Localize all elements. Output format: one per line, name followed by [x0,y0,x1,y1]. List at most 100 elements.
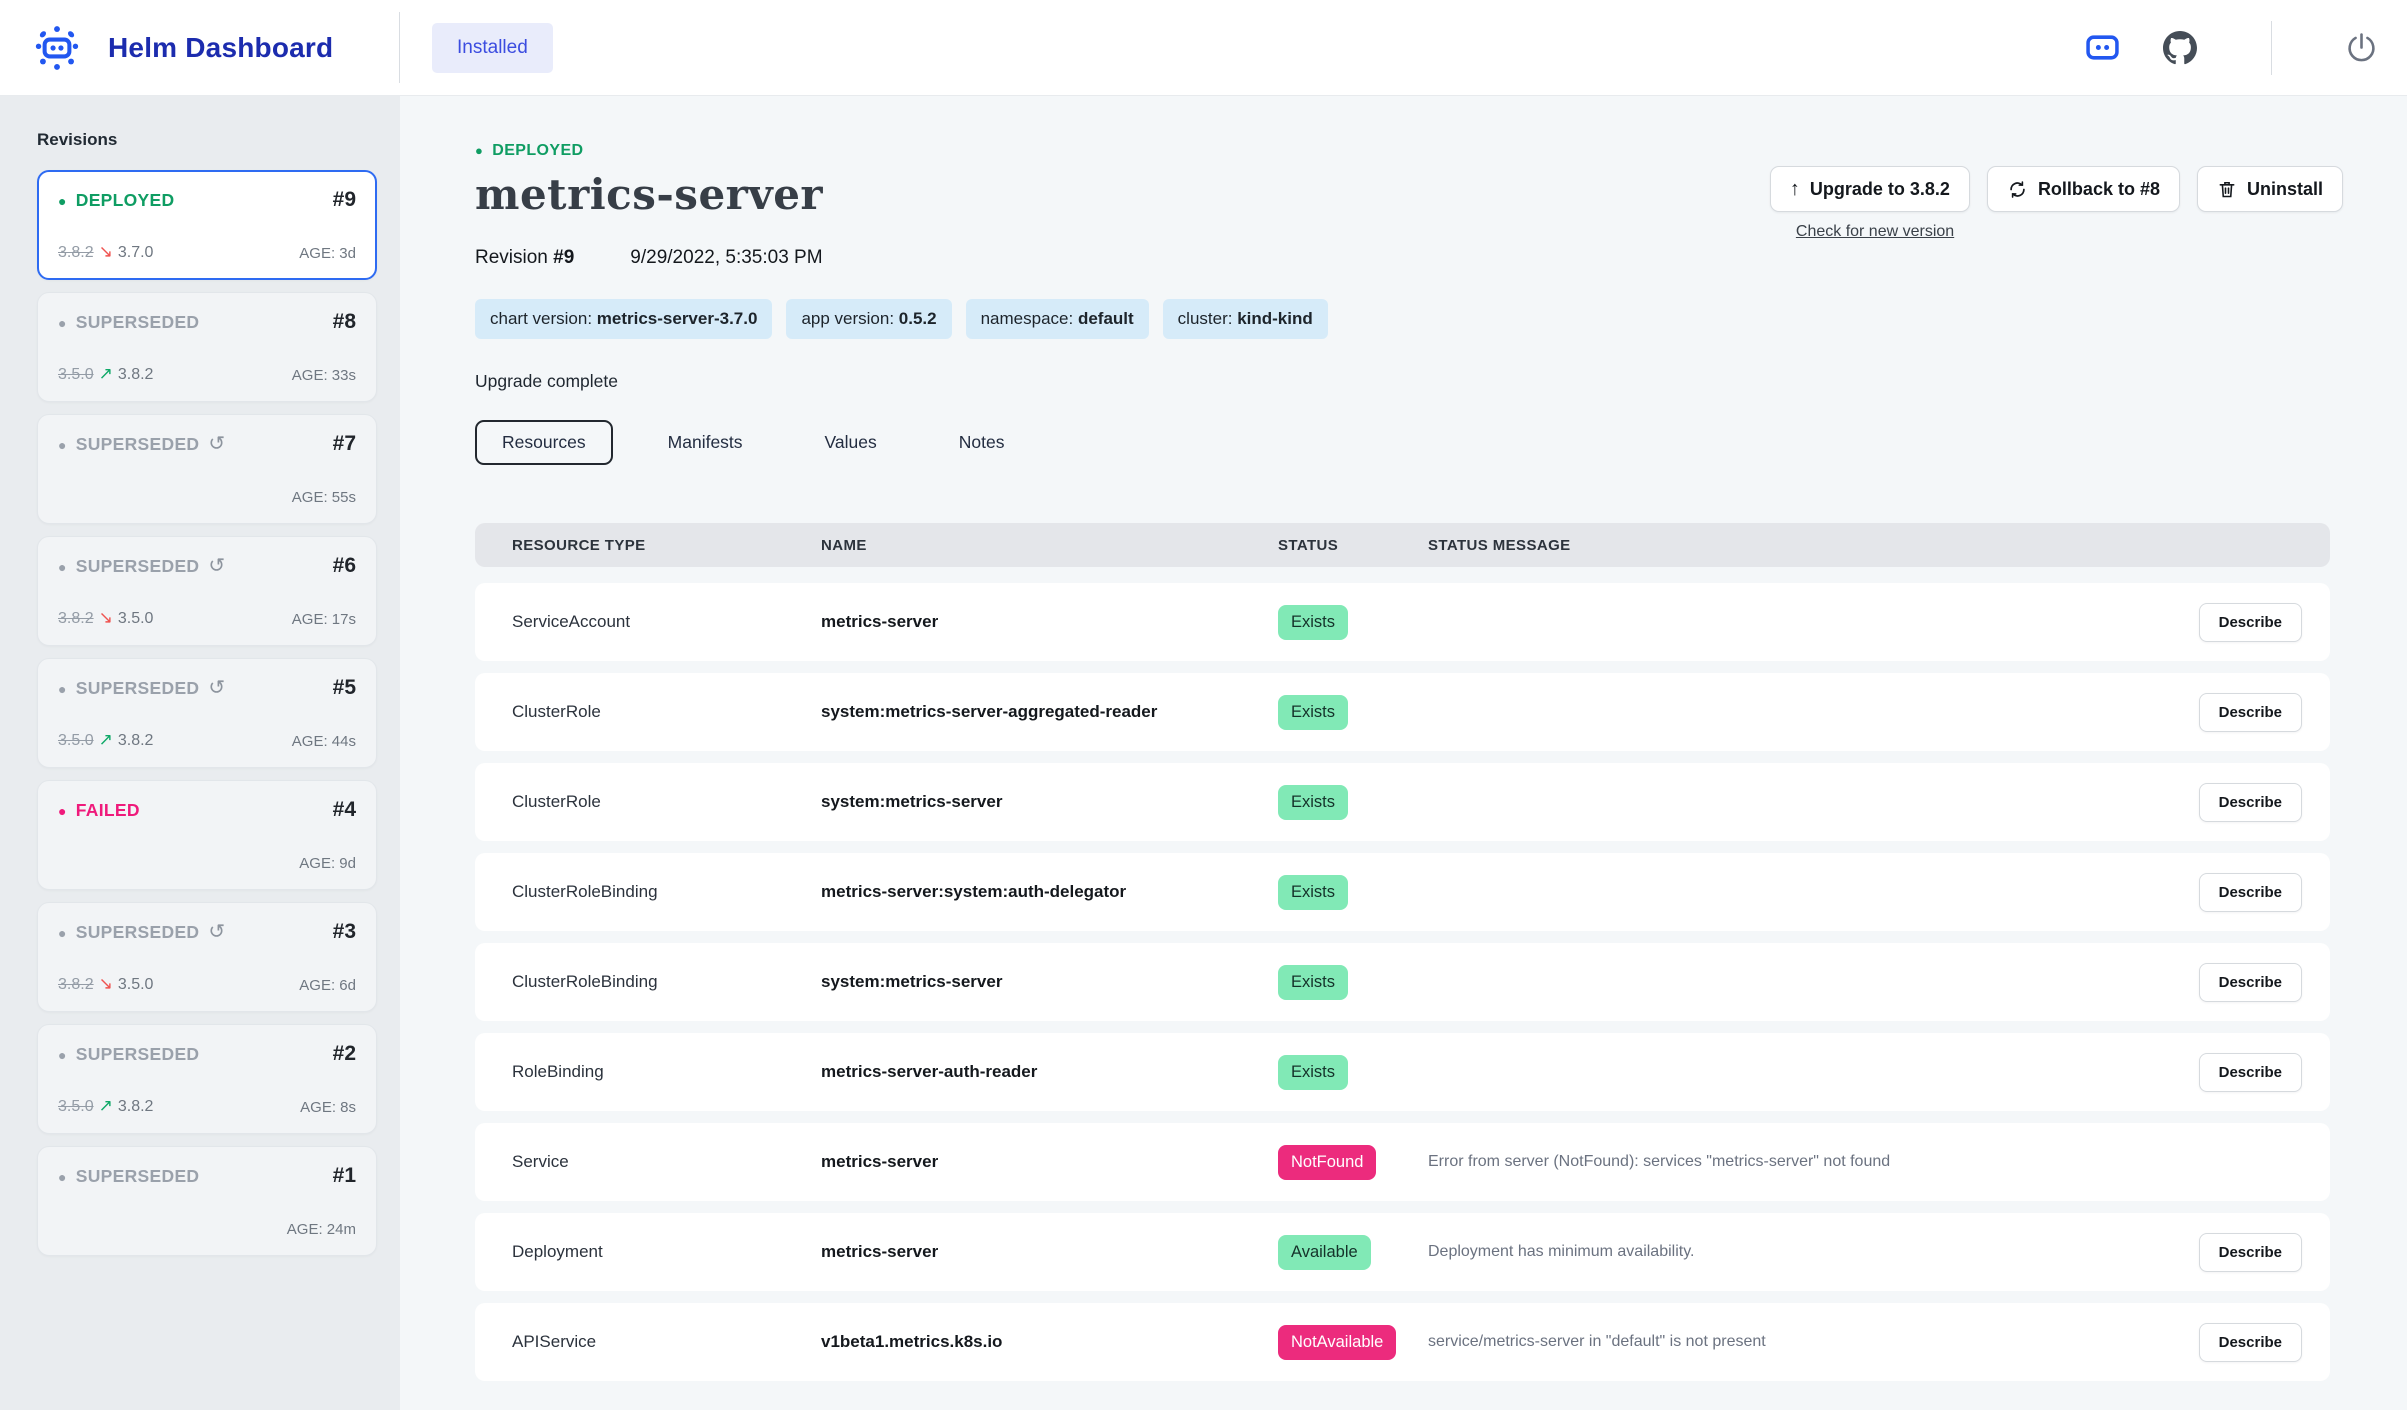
revision-card[interactable]: SUPERSEDED #3 3.8.2↘3.5.0 AGE: 6d [37,902,377,1012]
describe-button[interactable]: Describe [2199,603,2302,642]
up-arrow-icon: ↑ [1790,178,1800,201]
version-to: 3.7.0 [118,244,154,261]
revision-number: #3 [333,920,356,944]
trend-arrow-icon: ↗ [99,1096,113,1115]
name-cell: metrics-server [821,612,1278,632]
revision-card[interactable]: SUPERSEDED #2 3.5.0↗3.8.2 AGE: 8s [37,1024,377,1134]
revision-status: SUPERSEDED [76,1044,200,1065]
resource-type-cell: ClusterRole [512,702,821,722]
describe-button[interactable]: Describe [2199,1323,2302,1362]
table-row: Service metrics-server NotFound Error fr… [475,1123,2330,1201]
version-change: 3.5.0↗3.8.2 [58,1096,153,1116]
revision-card[interactable]: DEPLOYED #9 3.8.2↘3.7.0 AGE: 3d [37,170,377,280]
revision-card[interactable]: SUPERSEDED #7 AGE: 55s [37,414,377,524]
power-icon[interactable] [2346,32,2377,63]
release-status: DEPLOYED [475,142,2330,160]
table-row: Deployment metrics-server Available Depl… [475,1213,2330,1291]
status-bullet-icon [58,800,67,821]
status-message: Error from server (NotFound): services "… [1428,1153,2152,1171]
info-badge: app version: 0.5.2 [786,299,951,339]
revision-status: DEPLOYED [76,190,175,211]
revision-age: AGE: 17s [292,611,356,628]
table-header: RESOURCE TYPE NAME STATUS STATUS MESSAGE [475,523,2330,567]
version-from: 3.5.0 [58,732,94,749]
robot-face-icon[interactable] [2086,35,2119,60]
revision-card[interactable]: FAILED #4 AGE: 9d [37,780,377,890]
table-body: ServiceAccount metrics-server Exists Des… [475,583,2330,1381]
uninstall-button[interactable]: Uninstall [2197,166,2343,212]
revision-label: Revision #9 [475,247,574,269]
describe-button[interactable]: Describe [2199,783,2302,822]
table-row: ClusterRoleBinding system:metrics-server… [475,943,2330,1021]
col-status: STATUS [1278,537,1428,554]
rollback-button[interactable]: Rollback to #8 [1987,166,2180,212]
name-cell: metrics-server [821,1152,1278,1172]
rollback-icon [2007,179,2028,200]
table-row: ServiceAccount metrics-server Exists Des… [475,583,2330,661]
revision-status: SUPERSEDED [76,312,200,333]
status-bullet-icon [58,556,67,577]
revision-card[interactable]: SUPERSEDED #8 3.5.0↗3.8.2 AGE: 33s [37,292,377,402]
name-cell: metrics-server [821,1242,1278,1262]
name-cell: v1beta1.metrics.k8s.io [821,1332,1278,1352]
version-from: 3.8.2 [58,610,94,627]
history-icon [208,434,225,454]
github-icon[interactable] [2163,31,2197,65]
resources-table: RESOURCE TYPE NAME STATUS STATUS MESSAGE… [475,523,2330,1381]
revision-card[interactable]: SUPERSEDED #1 AGE: 24m [37,1146,377,1256]
status-bullet-icon [58,922,67,943]
status-bullet-icon [475,142,483,160]
table-row: APIService v1beta1.metrics.k8s.io NotAva… [475,1303,2330,1381]
resource-type-cell: ClusterRole [512,792,821,812]
version-from: 3.5.0 [58,366,94,383]
history-icon [208,678,225,698]
trend-arrow-icon: ↗ [99,364,113,383]
history-icon [208,922,225,942]
describe-button[interactable]: Describe [2199,963,2302,1002]
revision-card[interactable]: SUPERSEDED #6 3.8.2↘3.5.0 AGE: 17s [37,536,377,646]
trend-arrow-icon: ↘ [99,608,113,627]
status-bullet-icon [58,190,67,211]
resource-type-cell: APIService [512,1332,821,1352]
resource-type-cell: RoleBinding [512,1062,821,1082]
tab-notes[interactable]: Notes [932,420,1032,465]
resource-type-cell: ClusterRoleBinding [512,882,821,902]
release-note: Upgrade complete [475,371,2330,392]
revision-card[interactable]: SUPERSEDED #5 3.5.0↗3.8.2 AGE: 44s [37,658,377,768]
version-to: 3.5.0 [118,610,154,627]
app-title: Helm Dashboard [108,32,333,64]
describe-button[interactable]: Describe [2199,1053,2302,1092]
upgrade-button[interactable]: ↑ Upgrade to 3.8.2 [1770,166,1970,212]
tab-manifests[interactable]: Manifests [641,420,770,465]
status-badge: NotFound [1278,1145,1376,1180]
tab-installed[interactable]: Installed [432,23,553,73]
resource-type-cell: Deployment [512,1242,821,1262]
version-change: 3.8.2↘3.5.0 [58,974,153,994]
version-change: 3.8.2↘3.7.0 [58,242,153,262]
describe-button[interactable]: Describe [2199,873,2302,912]
check-new-version-link[interactable]: Check for new version [1796,223,1954,241]
revision-status: SUPERSEDED [76,556,200,577]
table-row: ClusterRoleBinding metrics-server:system… [475,853,2330,931]
release-date: 9/29/2022, 5:35:03 PM [630,247,822,269]
status-badge: Exists [1278,695,1348,730]
revision-age: AGE: 3d [299,245,356,262]
history-icon [208,556,225,576]
status-bullet-icon [58,312,67,333]
describe-button[interactable]: Describe [2199,693,2302,732]
version-change [58,486,68,506]
revision-age: AGE: 44s [292,733,356,750]
revision-age: AGE: 8s [300,1099,356,1116]
tab-resources[interactable]: Resources [475,420,613,465]
revisions-sidebar: Revisions DEPLOYED #9 3.8.2↘3.7.0 AGE: 3… [0,96,400,1410]
uninstall-label: Uninstall [2247,179,2323,200]
tab-values[interactable]: Values [798,420,904,465]
revisions-heading: Revisions [37,130,377,150]
version-change [58,852,68,872]
header-divider [2271,21,2272,75]
brand: Helm Dashboard [0,0,400,95]
describe-button[interactable]: Describe [2199,1233,2302,1272]
revision-age: AGE: 9d [299,855,356,872]
status-bullet-icon [58,1044,67,1065]
name-cell: metrics-server-auth-reader [821,1062,1278,1082]
